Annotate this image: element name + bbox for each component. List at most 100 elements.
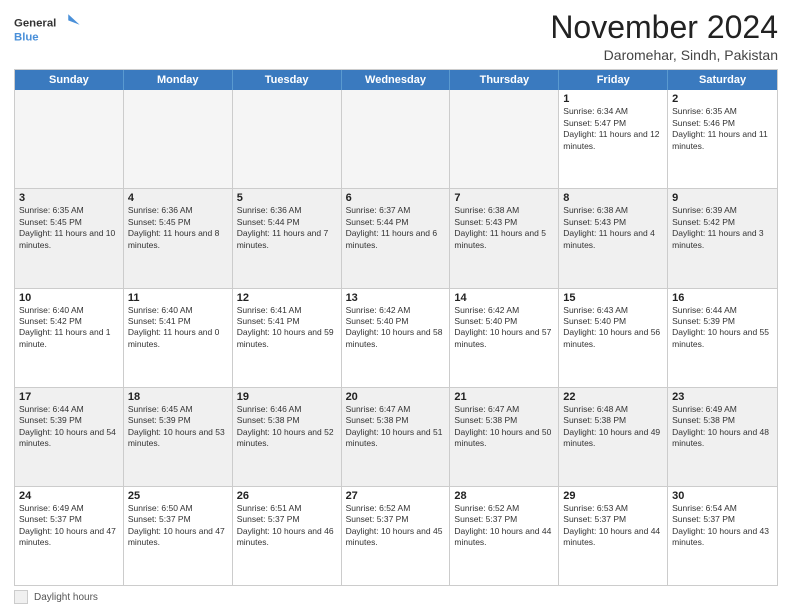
cell-info: Sunrise: 6:53 AM Sunset: 5:37 PM Dayligh… xyxy=(563,503,663,549)
cell-info: Sunrise: 6:42 AM Sunset: 5:40 PM Dayligh… xyxy=(346,305,446,351)
calendar-header: SundayMondayTuesdayWednesdayThursdayFrid… xyxy=(15,70,777,90)
calendar-cell: 29Sunrise: 6:53 AM Sunset: 5:37 PM Dayli… xyxy=(559,487,668,585)
calendar-cell: 12Sunrise: 6:41 AM Sunset: 5:41 PM Dayli… xyxy=(233,289,342,387)
calendar-cell: 30Sunrise: 6:54 AM Sunset: 5:37 PM Dayli… xyxy=(668,487,777,585)
weekday-header: Tuesday xyxy=(233,70,342,90)
day-number: 17 xyxy=(19,391,119,403)
cell-info: Sunrise: 6:41 AM Sunset: 5:41 PM Dayligh… xyxy=(237,305,337,351)
day-number: 8 xyxy=(563,192,663,204)
calendar-cell: 11Sunrise: 6:40 AM Sunset: 5:41 PM Dayli… xyxy=(124,289,233,387)
calendar-cell: 4Sunrise: 6:36 AM Sunset: 5:45 PM Daylig… xyxy=(124,189,233,287)
calendar-cell: 19Sunrise: 6:46 AM Sunset: 5:38 PM Dayli… xyxy=(233,388,342,486)
calendar-row: 17Sunrise: 6:44 AM Sunset: 5:39 PM Dayli… xyxy=(15,388,777,487)
cell-info: Sunrise: 6:36 AM Sunset: 5:45 PM Dayligh… xyxy=(128,205,228,251)
calendar-cell: 2Sunrise: 6:35 AM Sunset: 5:46 PM Daylig… xyxy=(668,90,777,188)
day-number: 13 xyxy=(346,292,446,304)
cell-info: Sunrise: 6:50 AM Sunset: 5:37 PM Dayligh… xyxy=(128,503,228,549)
day-number: 9 xyxy=(672,192,773,204)
cell-info: Sunrise: 6:44 AM Sunset: 5:39 PM Dayligh… xyxy=(19,404,119,450)
cell-info: Sunrise: 6:42 AM Sunset: 5:40 PM Dayligh… xyxy=(454,305,554,351)
calendar-cell: 21Sunrise: 6:47 AM Sunset: 5:38 PM Dayli… xyxy=(450,388,559,486)
title-block: November 2024 Daromehar, Sindh, Pakistan xyxy=(550,10,778,63)
day-number: 10 xyxy=(19,292,119,304)
day-number: 1 xyxy=(563,93,663,105)
cell-info: Sunrise: 6:49 AM Sunset: 5:38 PM Dayligh… xyxy=(672,404,773,450)
calendar-cell xyxy=(450,90,559,188)
month-title: November 2024 xyxy=(550,10,778,45)
cell-info: Sunrise: 6:40 AM Sunset: 5:41 PM Dayligh… xyxy=(128,305,228,351)
cell-info: Sunrise: 6:47 AM Sunset: 5:38 PM Dayligh… xyxy=(454,404,554,450)
cell-info: Sunrise: 6:39 AM Sunset: 5:42 PM Dayligh… xyxy=(672,205,773,251)
cell-info: Sunrise: 6:43 AM Sunset: 5:40 PM Dayligh… xyxy=(563,305,663,351)
legend: Daylight hours xyxy=(14,586,778,604)
weekday-header: Thursday xyxy=(450,70,559,90)
day-number: 5 xyxy=(237,192,337,204)
location-title: Daromehar, Sindh, Pakistan xyxy=(550,47,778,63)
calendar-row: 1Sunrise: 6:34 AM Sunset: 5:47 PM Daylig… xyxy=(15,90,777,189)
calendar-cell xyxy=(342,90,451,188)
cell-info: Sunrise: 6:52 AM Sunset: 5:37 PM Dayligh… xyxy=(346,503,446,549)
weekday-header: Wednesday xyxy=(342,70,451,90)
day-number: 21 xyxy=(454,391,554,403)
header-row: General Blue November 2024 Daromehar, Si… xyxy=(14,10,778,63)
calendar-cell xyxy=(15,90,124,188)
calendar-cell: 7Sunrise: 6:38 AM Sunset: 5:43 PM Daylig… xyxy=(450,189,559,287)
day-number: 25 xyxy=(128,490,228,502)
day-number: 30 xyxy=(672,490,773,502)
calendar-cell: 3Sunrise: 6:35 AM Sunset: 5:45 PM Daylig… xyxy=(15,189,124,287)
calendar-cell: 14Sunrise: 6:42 AM Sunset: 5:40 PM Dayli… xyxy=(450,289,559,387)
calendar-cell: 22Sunrise: 6:48 AM Sunset: 5:38 PM Dayli… xyxy=(559,388,668,486)
day-number: 4 xyxy=(128,192,228,204)
calendar-row: 10Sunrise: 6:40 AM Sunset: 5:42 PM Dayli… xyxy=(15,289,777,388)
weekday-header: Sunday xyxy=(15,70,124,90)
day-number: 18 xyxy=(128,391,228,403)
calendar-cell: 13Sunrise: 6:42 AM Sunset: 5:40 PM Dayli… xyxy=(342,289,451,387)
cell-info: Sunrise: 6:54 AM Sunset: 5:37 PM Dayligh… xyxy=(672,503,773,549)
calendar-cell xyxy=(124,90,233,188)
cell-info: Sunrise: 6:35 AM Sunset: 5:45 PM Dayligh… xyxy=(19,205,119,251)
day-number: 26 xyxy=(237,490,337,502)
calendar-cell xyxy=(233,90,342,188)
day-number: 22 xyxy=(563,391,663,403)
calendar-cell: 26Sunrise: 6:51 AM Sunset: 5:37 PM Dayli… xyxy=(233,487,342,585)
logo: General Blue xyxy=(14,10,84,50)
cell-info: Sunrise: 6:37 AM Sunset: 5:44 PM Dayligh… xyxy=(346,205,446,251)
day-number: 3 xyxy=(19,192,119,204)
calendar-cell: 10Sunrise: 6:40 AM Sunset: 5:42 PM Dayli… xyxy=(15,289,124,387)
day-number: 29 xyxy=(563,490,663,502)
day-number: 19 xyxy=(237,391,337,403)
cell-info: Sunrise: 6:38 AM Sunset: 5:43 PM Dayligh… xyxy=(454,205,554,251)
calendar-cell: 25Sunrise: 6:50 AM Sunset: 5:37 PM Dayli… xyxy=(124,487,233,585)
weekday-header: Monday xyxy=(124,70,233,90)
cell-info: Sunrise: 6:35 AM Sunset: 5:46 PM Dayligh… xyxy=(672,106,773,152)
calendar-cell: 5Sunrise: 6:36 AM Sunset: 5:44 PM Daylig… xyxy=(233,189,342,287)
calendar-cell: 28Sunrise: 6:52 AM Sunset: 5:37 PM Dayli… xyxy=(450,487,559,585)
weekday-header: Friday xyxy=(559,70,668,90)
calendar-row: 24Sunrise: 6:49 AM Sunset: 5:37 PM Dayli… xyxy=(15,487,777,585)
weekday-header: Saturday xyxy=(668,70,777,90)
cell-info: Sunrise: 6:36 AM Sunset: 5:44 PM Dayligh… xyxy=(237,205,337,251)
cell-info: Sunrise: 6:45 AM Sunset: 5:39 PM Dayligh… xyxy=(128,404,228,450)
day-number: 6 xyxy=(346,192,446,204)
day-number: 15 xyxy=(563,292,663,304)
day-number: 16 xyxy=(672,292,773,304)
day-number: 14 xyxy=(454,292,554,304)
calendar-cell: 23Sunrise: 6:49 AM Sunset: 5:38 PM Dayli… xyxy=(668,388,777,486)
cell-info: Sunrise: 6:38 AM Sunset: 5:43 PM Dayligh… xyxy=(563,205,663,251)
day-number: 20 xyxy=(346,391,446,403)
day-number: 27 xyxy=(346,490,446,502)
cell-info: Sunrise: 6:44 AM Sunset: 5:39 PM Dayligh… xyxy=(672,305,773,351)
cell-info: Sunrise: 6:49 AM Sunset: 5:37 PM Dayligh… xyxy=(19,503,119,549)
calendar-cell: 17Sunrise: 6:44 AM Sunset: 5:39 PM Dayli… xyxy=(15,388,124,486)
calendar-cell: 20Sunrise: 6:47 AM Sunset: 5:38 PM Dayli… xyxy=(342,388,451,486)
calendar-cell: 6Sunrise: 6:37 AM Sunset: 5:44 PM Daylig… xyxy=(342,189,451,287)
cell-info: Sunrise: 6:47 AM Sunset: 5:38 PM Dayligh… xyxy=(346,404,446,450)
calendar-cell: 15Sunrise: 6:43 AM Sunset: 5:40 PM Dayli… xyxy=(559,289,668,387)
calendar-cell: 16Sunrise: 6:44 AM Sunset: 5:39 PM Dayli… xyxy=(668,289,777,387)
day-number: 11 xyxy=(128,292,228,304)
day-number: 12 xyxy=(237,292,337,304)
calendar-cell: 18Sunrise: 6:45 AM Sunset: 5:39 PM Dayli… xyxy=(124,388,233,486)
day-number: 23 xyxy=(672,391,773,403)
calendar-row: 3Sunrise: 6:35 AM Sunset: 5:45 PM Daylig… xyxy=(15,189,777,288)
day-number: 24 xyxy=(19,490,119,502)
